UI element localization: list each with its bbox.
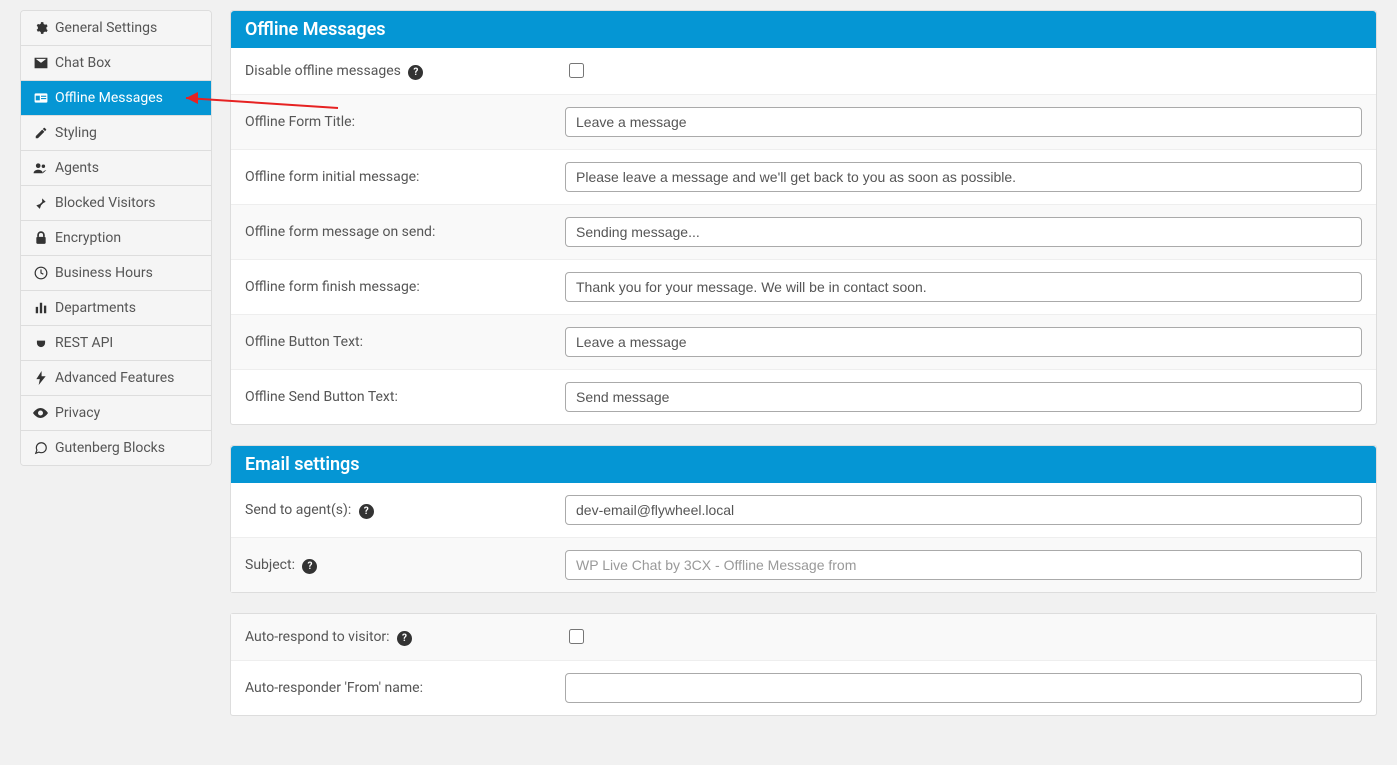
eye-icon xyxy=(33,406,48,420)
envelope-icon xyxy=(33,56,48,70)
sidebar-item-label: Departments xyxy=(55,300,136,316)
sidebar-item-advanced[interactable]: Advanced Features xyxy=(21,361,211,396)
sidebar-item-label: Agents xyxy=(55,160,99,176)
auto-respond-label: Auto-respond to visitor: ? xyxy=(245,629,565,646)
disable-offline-label: Disable offline messages ? xyxy=(245,63,565,80)
sidebar-item-label: Gutenberg Blocks xyxy=(55,440,165,456)
sidebar-item-label: Blocked Visitors xyxy=(55,195,156,211)
sidebar-item-encryption[interactable]: Encryption xyxy=(21,221,211,256)
sidebar-item-restapi[interactable]: REST API xyxy=(21,326,211,361)
sidebar-item-hours[interactable]: Business Hours xyxy=(21,256,211,291)
form-title-label: Offline Form Title: xyxy=(245,114,565,130)
send-button-text-input[interactable] xyxy=(565,382,1362,412)
comments-icon xyxy=(33,441,48,455)
sidebar-item-styling[interactable]: Styling xyxy=(21,116,211,151)
sidebar-item-label: Offline Messages xyxy=(55,90,163,106)
initial-msg-input[interactable] xyxy=(565,162,1362,192)
sidebar-item-label: Advanced Features xyxy=(55,370,174,386)
users-icon xyxy=(33,161,48,175)
panel-title: Offline Messages xyxy=(231,11,1376,48)
pin-icon xyxy=(33,196,48,210)
button-text-input[interactable] xyxy=(565,327,1362,357)
initial-msg-label: Offline form initial message: xyxy=(245,169,565,185)
settings-sidebar: General Settings Chat Box Offline Messag… xyxy=(20,10,212,736)
sidebar-item-label: Business Hours xyxy=(55,265,153,281)
help-icon[interactable]: ? xyxy=(302,559,317,574)
from-name-label: Auto-responder 'From' name: xyxy=(245,680,565,696)
subject-label: Subject: ? xyxy=(245,557,565,574)
sidebar-item-blocked[interactable]: Blocked Visitors xyxy=(21,186,211,221)
panel-title: Email settings xyxy=(231,446,1376,483)
sidebar-item-label: REST API xyxy=(55,335,113,351)
finish-msg-label: Offline form finish message: xyxy=(245,279,565,295)
finish-msg-input[interactable] xyxy=(565,272,1362,302)
sidebar-item-label: Encryption xyxy=(55,230,121,246)
help-icon[interactable]: ? xyxy=(408,65,423,80)
pencil-icon xyxy=(33,126,48,140)
from-name-input[interactable] xyxy=(565,673,1362,703)
on-send-label: Offline form message on send: xyxy=(245,224,565,240)
sidebar-item-label: Chat Box xyxy=(55,55,111,71)
panel-autoresponder: Auto-respond to visitor: ? Auto-responde… xyxy=(230,613,1377,716)
sidebar-item-label: Privacy xyxy=(55,405,100,421)
help-icon[interactable]: ? xyxy=(397,631,412,646)
on-send-input[interactable] xyxy=(565,217,1362,247)
sidebar-item-label: General Settings xyxy=(55,20,157,36)
clock-icon xyxy=(33,266,48,280)
sidebar-item-privacy[interactable]: Privacy xyxy=(21,396,211,431)
sidebar-item-label: Styling xyxy=(55,125,97,141)
panel-email-settings: Email settings Send to agent(s): ? Subje… xyxy=(230,445,1377,593)
disable-offline-checkbox[interactable] xyxy=(569,63,584,78)
sidebar-item-offline-messages[interactable]: Offline Messages xyxy=(21,81,211,116)
panel-offline-messages: Offline Messages Disable offline message… xyxy=(230,10,1377,425)
sidebar-item-agents[interactable]: Agents xyxy=(21,151,211,186)
sidebar-item-departments[interactable]: Departments xyxy=(21,291,211,326)
sidebar-item-gutenberg[interactable]: Gutenberg Blocks xyxy=(21,431,211,465)
sidebar-item-chatbox[interactable]: Chat Box xyxy=(21,46,211,81)
send-to-label: Send to agent(s): ? xyxy=(245,502,565,519)
auto-respond-checkbox[interactable] xyxy=(569,629,584,644)
main-content: Offline Messages Disable offline message… xyxy=(230,10,1377,736)
bolt-icon xyxy=(33,371,48,385)
sidebar-item-general[interactable]: General Settings xyxy=(21,11,211,46)
button-text-label: Offline Button Text: xyxy=(245,334,565,350)
gear-icon xyxy=(33,21,48,35)
subject-input[interactable] xyxy=(565,550,1362,580)
id-card-icon xyxy=(33,91,48,105)
send-to-input[interactable] xyxy=(565,495,1362,525)
lock-icon xyxy=(33,231,48,245)
columns-icon xyxy=(33,301,48,315)
send-button-text-label: Offline Send Button Text: xyxy=(245,389,565,405)
plug-icon xyxy=(33,336,48,350)
help-icon[interactable]: ? xyxy=(359,504,374,519)
form-title-input[interactable] xyxy=(565,107,1362,137)
